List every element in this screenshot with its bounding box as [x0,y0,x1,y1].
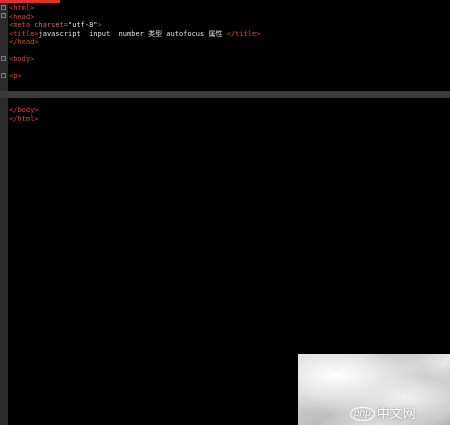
code-token: charset= [34,21,69,29]
code-line[interactable]: </head> [0,38,450,47]
code-token: "utf-8" [68,21,98,29]
code-line[interactable] [0,47,450,56]
code-line[interactable]: <meta charset="utf-8"> [0,21,450,30]
code-line[interactable] [0,81,450,90]
code-token: </html> [9,114,39,123]
code-token: <body> [9,55,39,63]
code-line[interactable]: - <head> [0,13,450,22]
code-line[interactable]: - <p> [0,72,450,81]
code-editor[interactable]: - <html> - <head> <meta charset="utf-8"> <tit… [0,4,450,123]
watermark-site-text: 中文网 [376,406,416,421]
fold-marker-icon[interactable]: - [1,55,6,61]
fold-marker-icon[interactable]: - [1,4,6,10]
code-line[interactable]: <title>javascript input number 类型 autofo… [0,30,450,39]
code-line[interactable]: </html> [0,115,450,124]
fold-marker-icon[interactable]: - [1,72,6,78]
code-token: javascript input number 类型 autofocus 属性 [38,29,227,38]
code-token: <p> [9,72,22,80]
fold-marker-icon[interactable]: - [1,13,6,18]
code-token: <html> [9,4,35,12]
code-token: </title> [226,29,261,38]
code-token: </body> [9,106,39,114]
code-token: </head> [9,38,39,46]
code-line[interactable]: - <body> [0,55,450,64]
active-tab-indicator [0,0,60,3]
watermark-logo: php 中文网 [350,405,416,423]
code-line[interactable] [0,89,450,98]
code-token: <meta [9,21,35,29]
code-token: <head> [9,12,35,21]
code-token: <title> [9,29,39,38]
code-line[interactable]: - <html> [0,4,450,13]
code-line[interactable] [0,98,450,107]
code-token: > [97,21,102,29]
code-line[interactable] [0,64,450,73]
code-line[interactable]: </body> [0,106,450,115]
php-logo-icon: php [350,407,375,421]
